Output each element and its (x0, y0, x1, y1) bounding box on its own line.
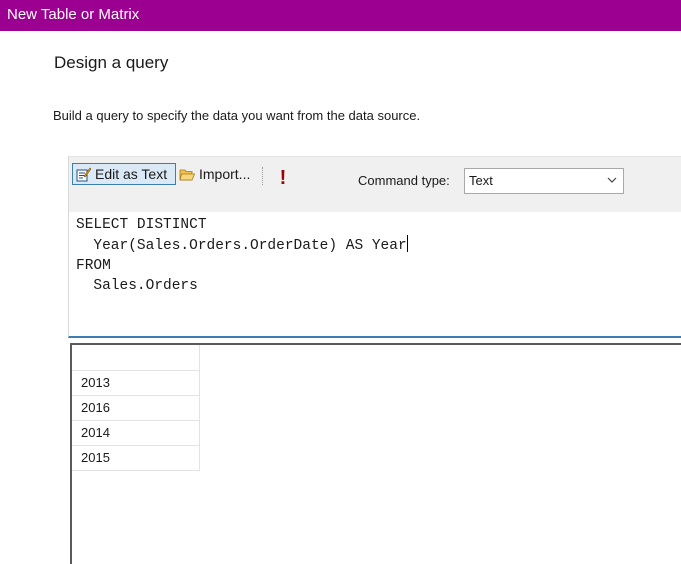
table-cell: 2014 (72, 420, 200, 446)
sql-line: SELECT DISTINCT (76, 217, 207, 233)
folder-open-icon (179, 169, 195, 181)
window-title-bar: New Table or Matrix (0, 0, 681, 31)
command-type-select[interactable]: Text (464, 168, 624, 194)
page-description: Build a query to specify the data you wa… (53, 108, 421, 123)
text-caret (406, 235, 408, 252)
query-designer-toolbar: Edit as Text Import... ! Command type: T… (68, 156, 681, 212)
table-row[interactable]: 2015 (72, 445, 200, 471)
table-cell: 2015 (72, 445, 200, 471)
table-row[interactable]: 2014 (72, 420, 200, 446)
table-cell: 2016 (72, 395, 200, 421)
edit-as-text-label: Edit as Text (95, 166, 168, 182)
table-row[interactable]: 2013 (72, 370, 200, 396)
command-type-label: Command type: (358, 173, 450, 188)
table-row[interactable]: 2016 (72, 395, 200, 421)
import-label: Import... (199, 166, 251, 182)
query-text-editor[interactable]: SELECT DISTINCT Year(Sales.Orders.OrderD… (68, 212, 681, 338)
table-cell: 2013 (72, 370, 200, 396)
import-button[interactable]: Import... (177, 163, 259, 185)
edit-text-icon (76, 167, 91, 182)
toolbar-separator (262, 167, 264, 185)
sql-line: FROM (76, 258, 111, 274)
query-results-pane[interactable]: 2013 2016 2014 2015 (70, 343, 681, 564)
sql-line: Sales.Orders (76, 278, 198, 294)
window-title: New Table or Matrix (7, 6, 140, 23)
edit-as-text-button[interactable]: Edit as Text (72, 163, 176, 185)
exclamation-icon[interactable]: ! (278, 167, 288, 189)
page-title: Design a query (54, 53, 169, 72)
column-header[interactable] (72, 345, 200, 371)
sql-text: SELECT DISTINCT Year(Sales.Orders.OrderD… (76, 215, 408, 296)
results-grid: 2013 2016 2014 2015 (72, 345, 200, 471)
command-type-value: Text (469, 173, 493, 188)
sql-line: Year(Sales.Orders.OrderDate) AS Year (76, 238, 407, 254)
chevron-down-icon (607, 177, 617, 183)
